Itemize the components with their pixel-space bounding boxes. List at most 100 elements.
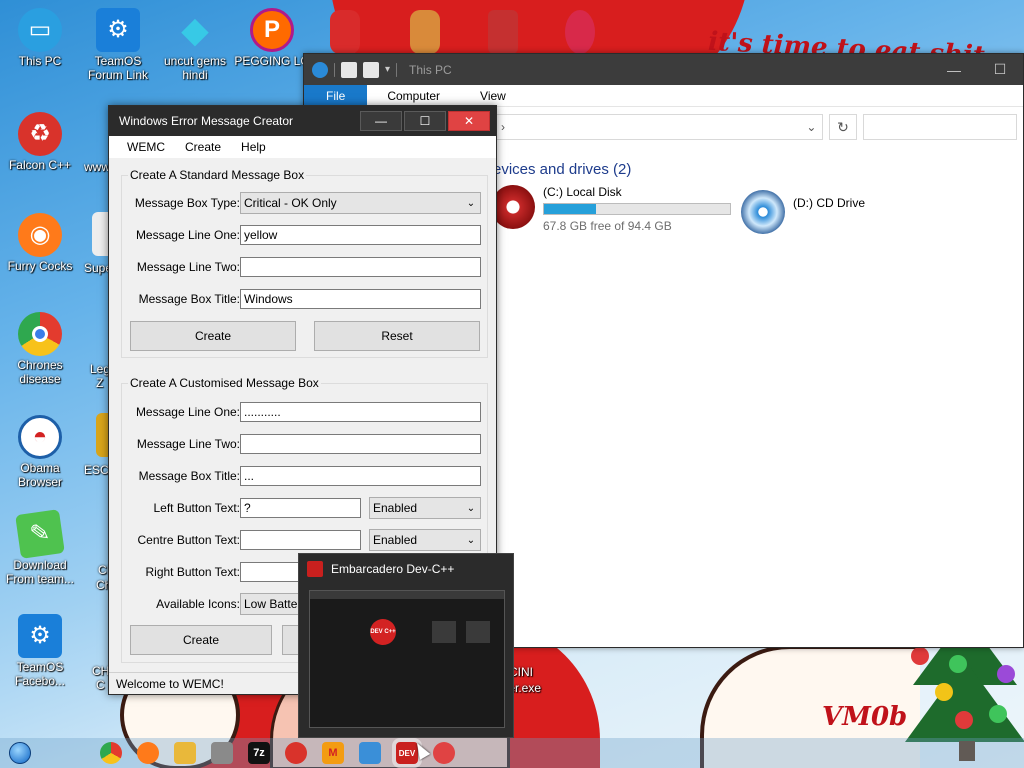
custom-create-button[interactable]: Create	[130, 625, 272, 655]
firefox-icon: ◉	[18, 213, 62, 257]
centre-button-state-value: Enabled	[373, 533, 418, 547]
desktop-label-partial: Z	[96, 376, 104, 390]
p-logo-icon: P	[250, 8, 294, 52]
explorer-titlebar[interactable]: ▾ This PC — ☐	[304, 54, 1023, 85]
taskbar-window-icon[interactable]	[359, 742, 381, 764]
desktop-icon-teamos-forum[interactable]: ⚙ TeamOS Forum Link	[78, 8, 158, 82]
desktop-icon-obama-browser[interactable]: ◓ Obama Browser	[0, 415, 80, 489]
centre-button-text-input[interactable]	[240, 530, 361, 550]
cake-icon[interactable]	[410, 10, 440, 54]
desktop-icon-firefox[interactable]: ◉ Furry Cocks	[0, 213, 80, 273]
taskbar-folder-icon[interactable]	[174, 742, 196, 764]
reset-button[interactable]: Reset	[314, 321, 480, 351]
drive-c-free-space: 67.8 GB free of 94.4 GB	[543, 219, 672, 233]
left-button-text-label: Left Button Text:	[153, 501, 240, 515]
tab-computer[interactable]: Computer	[367, 85, 460, 106]
left-button-text-input[interactable]: ?	[240, 498, 361, 518]
create-button[interactable]: Create	[130, 321, 296, 351]
taskbar: 7z M DEV	[0, 738, 1024, 768]
group-title: Create A Customised Message Box	[128, 376, 321, 390]
properties-icon[interactable]	[341, 61, 357, 78]
search-input[interactable]	[862, 114, 1017, 140]
devcpp-icon	[307, 561, 323, 577]
menu-create[interactable]: Create	[175, 140, 231, 154]
message-box-type-label: Message Box Type:	[134, 196, 240, 210]
left-button-state-value: Enabled	[373, 501, 418, 515]
wemc-title: Windows Error Message Creator	[119, 114, 294, 128]
desktop-icon-download[interactable]: ✎ Download From team...	[0, 509, 80, 586]
gear-icon: ⚙	[18, 614, 62, 658]
chevron-down-icon[interactable]: ▾	[385, 64, 390, 75]
taskbar-ornament-icon[interactable]	[285, 742, 307, 764]
taskbar-m-icon[interactable]: M	[322, 742, 344, 764]
thumbnail-panel	[466, 621, 490, 643]
angry-bird-icon[interactable]	[330, 10, 360, 54]
message-line-one-input[interactable]: yellow	[240, 225, 481, 245]
maximize-button[interactable]: ☐	[977, 54, 1023, 85]
taskbar-thumbnail-preview[interactable]: Embarcadero Dev-C++ DEV C++	[298, 553, 514, 738]
close-button[interactable]: ✕	[448, 111, 490, 131]
new-folder-icon[interactable]	[363, 61, 379, 78]
windows-orb-icon	[9, 742, 31, 764]
message-box-title-input[interactable]: Windows	[240, 289, 481, 309]
desktop-icon-pegging[interactable]: P PEGGING LO	[232, 8, 312, 68]
drive-c-usage-fill	[544, 204, 597, 214]
custom-title-input[interactable]: ...	[240, 466, 481, 486]
maximize-button[interactable]: ☐	[404, 111, 446, 131]
tab-file[interactable]: File	[304, 85, 368, 106]
chevron-right-icon: ›	[501, 120, 505, 134]
monitor-icon: ▭	[18, 8, 62, 52]
message-line-two-input[interactable]	[240, 257, 481, 277]
available-icons-label: Available Icons:	[156, 597, 240, 611]
taskbar-7zip-icon[interactable]: 7z	[248, 742, 270, 764]
devcpp-logo: DEV C++	[370, 619, 396, 645]
wemc-titlebar[interactable]: Windows Error Message Creator — ☐ ✕	[109, 106, 496, 136]
message-box-type-select[interactable]: Critical - OK Only ⌄	[240, 192, 481, 214]
custom-line-one-input[interactable]: ...........	[240, 402, 481, 422]
centre-button-text-label: Centre Button Text:	[137, 533, 240, 547]
taskbar-tool-icon[interactable]	[211, 742, 233, 764]
group-title: Create A Standard Message Box	[128, 168, 307, 182]
desktop-icon-this-pc[interactable]: ▭ This PC	[0, 8, 80, 68]
taskbar-firefox-icon[interactable]	[137, 742, 159, 764]
desktop-icon-falcon-cpp[interactable]: ♻ Falcon C++	[0, 112, 80, 172]
taskbar-chrome-icon[interactable]	[100, 742, 122, 764]
left-button-state-select[interactable]: Enabled ⌄	[369, 497, 481, 519]
ribbon-tabs: File Computer View	[304, 85, 1023, 107]
ornament-icon[interactable]	[565, 10, 595, 54]
custom-title-label: Message Box Title:	[138, 469, 240, 483]
desktop-icon-uncut-gems[interactable]: ◆ uncut gems hindi	[155, 8, 235, 83]
drive-d[interactable]: (D:) CD Drive	[741, 190, 865, 234]
devices-and-drives-header[interactable]: evices and drives (2)	[493, 161, 631, 178]
gift-icon[interactable]	[488, 10, 518, 54]
gear-icon: ⚙	[96, 8, 140, 52]
drive-d-name: (D:) CD Drive	[793, 196, 865, 210]
desktop-label-partial: CH	[92, 664, 110, 678]
separator	[334, 62, 335, 77]
menu-help[interactable]: Help	[231, 140, 276, 154]
centre-button-state-select[interactable]: Enabled ⌄	[369, 529, 481, 551]
obama-logo-icon: ◓	[18, 415, 62, 459]
window-title: This PC	[409, 62, 452, 77]
message-line-two-label: Message Line Two:	[136, 260, 240, 274]
thumbnail-title: Embarcadero Dev-C++	[331, 562, 455, 576]
menu-wemc[interactable]: WEMC	[117, 140, 175, 154]
standard-message-box-group: Create A Standard Message Box Message Bo…	[121, 168, 488, 358]
tab-view[interactable]: View	[460, 85, 526, 106]
taskbar-red-app-icon[interactable]	[433, 742, 455, 764]
chevron-down-icon[interactable]: ⌄	[800, 120, 822, 134]
desktop-icon-chrome[interactable]: Chrones disease	[0, 312, 80, 386]
minimize-button[interactable]: —	[931, 54, 977, 85]
ornament-icon: ♻	[18, 112, 62, 156]
minimize-button[interactable]: —	[360, 111, 402, 131]
desktop-icon-teamos-facebook[interactable]: ⚙ TeamOS Facebo...	[0, 614, 80, 688]
refresh-button[interactable]: ↻	[829, 114, 857, 140]
thumbnail-toolbar	[310, 591, 504, 599]
chevron-down-icon: ⌄	[466, 502, 476, 514]
wallpaper-bottom-text: VM0b	[822, 702, 908, 732]
drive-c[interactable]: (C:) Local Disk 67.8 GB free of 94.4 GB	[491, 185, 731, 233]
start-button[interactable]	[0, 738, 40, 768]
thumbnail-image[interactable]: DEV C++	[309, 590, 505, 728]
custom-line-two-input[interactable]	[240, 434, 481, 454]
diamond-icon: ◆	[181, 9, 209, 50]
